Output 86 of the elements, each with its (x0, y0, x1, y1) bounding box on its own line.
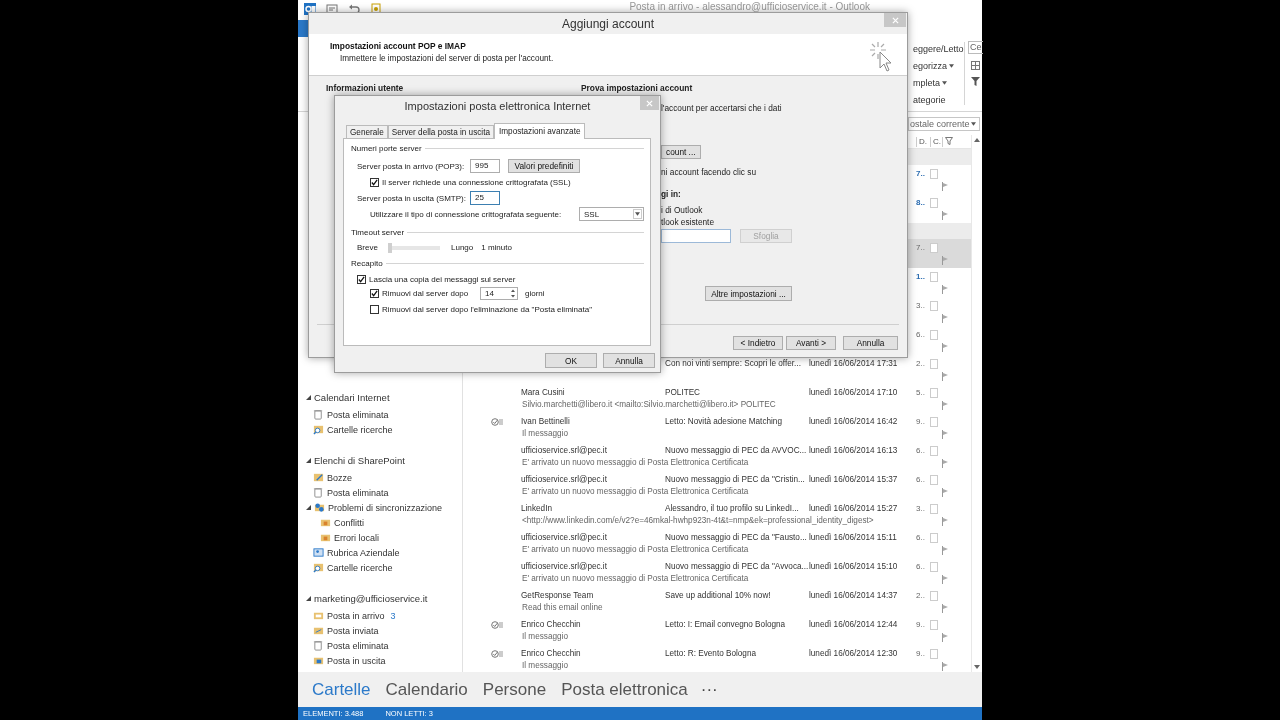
field-label: Server posta in arrivo (POP3): (357, 161, 466, 171)
subject: Letto: R: Evento Bologna (665, 649, 757, 658)
slider-reading: 1 minuto (481, 242, 512, 252)
subject: Nuovo messaggio di PEC da "Fausto... (665, 533, 807, 542)
sender: Enrico Checchin (521, 649, 581, 658)
body-text: ni account facendo clic su (661, 167, 756, 177)
message-preview: Il messaggio (521, 631, 569, 642)
message-preview: E' arrivato un nuovo messaggio di Posta Elettronica Certificata (521, 486, 750, 497)
subject: Letto: I: Email convegno Bologna (665, 620, 786, 629)
message-preview: Silvio.marchetti@libero.it <mailto:Silvio.marchetti@libero.it> POLITEC (521, 399, 777, 410)
message-size: 9.. (916, 416, 926, 428)
subject: Letto: Novità adesione Matching (665, 417, 782, 426)
group-label: Timeout server (351, 227, 405, 237)
message-size: 9.. (916, 619, 926, 631)
dialog-subheading: Immettere le impostazioni del server di posta per l'account. (340, 54, 554, 63)
dialog-title: Impostazioni posta elettronica Internet (404, 100, 591, 112)
subject: Con noi vinti sempre: Scopri le offer... (665, 359, 801, 368)
message-size: 3.. (916, 503, 926, 515)
body-text: l'account per accertarsi che i dati (661, 102, 782, 113)
group-label: Numeri porte server (351, 143, 422, 153)
sender: ufficioservice.srl@pec.it (521, 475, 607, 484)
sender: ufficioservice.srl@pec.it (521, 446, 607, 455)
field-label: Utilizzare il tipo di connessione crittografata seguente: (370, 209, 563, 219)
date: lunedì 16/06/2014 15:11 (809, 533, 897, 542)
message-size: 6.. (916, 474, 926, 486)
message-preview: Il messaggio (521, 660, 569, 671)
date: lunedì 16/06/2014 12:44 (809, 620, 898, 629)
message-preview: E' arrivato un nuovo messaggio di Posta Elettronica Certificata (521, 544, 750, 555)
sender: Enrico Checchin (521, 620, 581, 629)
message-size: 6.. (916, 445, 926, 457)
message-preview: E' arrivato un nuovo messaggio di Posta Elettronica Certificata (521, 457, 750, 468)
checkbox-label: Lascia una copia dei messaggi sul server (369, 274, 516, 284)
message-size: 7.. (916, 168, 926, 180)
group-label: Recapito (351, 258, 383, 268)
unread-count: 3 (390, 610, 396, 621)
section-heading: Informazioni utente (326, 83, 405, 93)
body-text: tlook esistente (661, 217, 715, 227)
subject: POLITEC (665, 388, 701, 397)
message-preview: E' arrivato un nuovo messaggio di Posta Elettronica Certificata (521, 573, 750, 584)
unit-label: giorni (525, 289, 545, 298)
message-size: 9.. (916, 648, 926, 660)
dialog-heading: Impostazioni account POP e IMAP (330, 41, 467, 51)
message-size: 7.. (916, 242, 926, 254)
subject: Save up additional 10% now! (665, 591, 771, 600)
message-preview: <http://www.linkedin.com/e/v2?e=46mkal-hwhp923n-4t&t=nmp&ek=professional_identity_digest> (521, 515, 875, 526)
sender: ufficioservice.srl@pec.it (521, 562, 607, 571)
sender: GetResponse Team (521, 591, 594, 600)
date: lunedì 16/06/2014 16:42 (809, 417, 898, 426)
sender: LinkedIn (521, 504, 552, 513)
date: lunedì 16/06/2014 16:13 (809, 446, 898, 455)
body-heading: gi in: (661, 189, 681, 199)
message-size: 6.. (916, 329, 926, 341)
sender: Mara Cusini (521, 388, 565, 397)
message-size: 5.. (916, 387, 926, 399)
date: lunedì 16/06/2014 15:10 (809, 562, 898, 571)
dialog-title: Aggiungi account (561, 16, 655, 31)
section-heading: Prova impostazioni account (581, 83, 693, 93)
date: lunedì 16/06/2014 15:27 (809, 504, 898, 513)
subject: Nuovo messaggio di PEC da AVVOC... (665, 446, 807, 455)
subject: Alessandro, il tuo profilo su LinkedI... (665, 504, 799, 513)
checkbox-label: Rimuovi dal server dopo (382, 289, 469, 298)
subject: Nuovo messaggio di PEC da "Avvoca... (665, 562, 809, 571)
body-text: i di Outlook (661, 205, 703, 215)
slider-min-label: Breve (357, 242, 379, 252)
subject: Nuovo messaggio di PEC da "Cristin... (665, 475, 805, 484)
sender: ufficioservice.srl@pec.it (521, 533, 607, 542)
date: lunedì 16/06/2014 15:37 (809, 475, 898, 484)
slider-max-label: Lungo (451, 242, 474, 252)
message-size: 8.. (916, 197, 926, 209)
message-size: 3.. (916, 300, 926, 312)
date: lunedì 16/06/2014 12:30 (809, 649, 898, 658)
message-size: 1.. (916, 271, 926, 283)
window-title: Posta in arrivo - alessandro@ufficioservice.it - Outlook (629, 1, 870, 12)
date: lunedì 16/06/2014 17:10 (809, 388, 898, 397)
message-size: 6.. (916, 532, 926, 544)
date: lunedì 16/06/2014 14:37 (809, 591, 898, 600)
message-size: 2.. (916, 590, 926, 602)
message-size: 2.. (916, 358, 926, 370)
message-size: 6.. (916, 561, 926, 573)
message-preview: Read this email online (521, 602, 604, 613)
field-label: Server posta in uscita (SMTP): (357, 193, 467, 203)
sender: Ivan Bettinelli (521, 417, 570, 426)
checkbox-label: Il server richiede una connessione crittografata (SSL) (382, 177, 571, 187)
checkbox-label: Rimuovi dal server dopo l'eliminazione da "Posta eliminata" (382, 304, 592, 314)
message-preview: Il messaggio (521, 428, 569, 439)
date: lunedì 16/06/2014 17:31 (809, 359, 898, 368)
